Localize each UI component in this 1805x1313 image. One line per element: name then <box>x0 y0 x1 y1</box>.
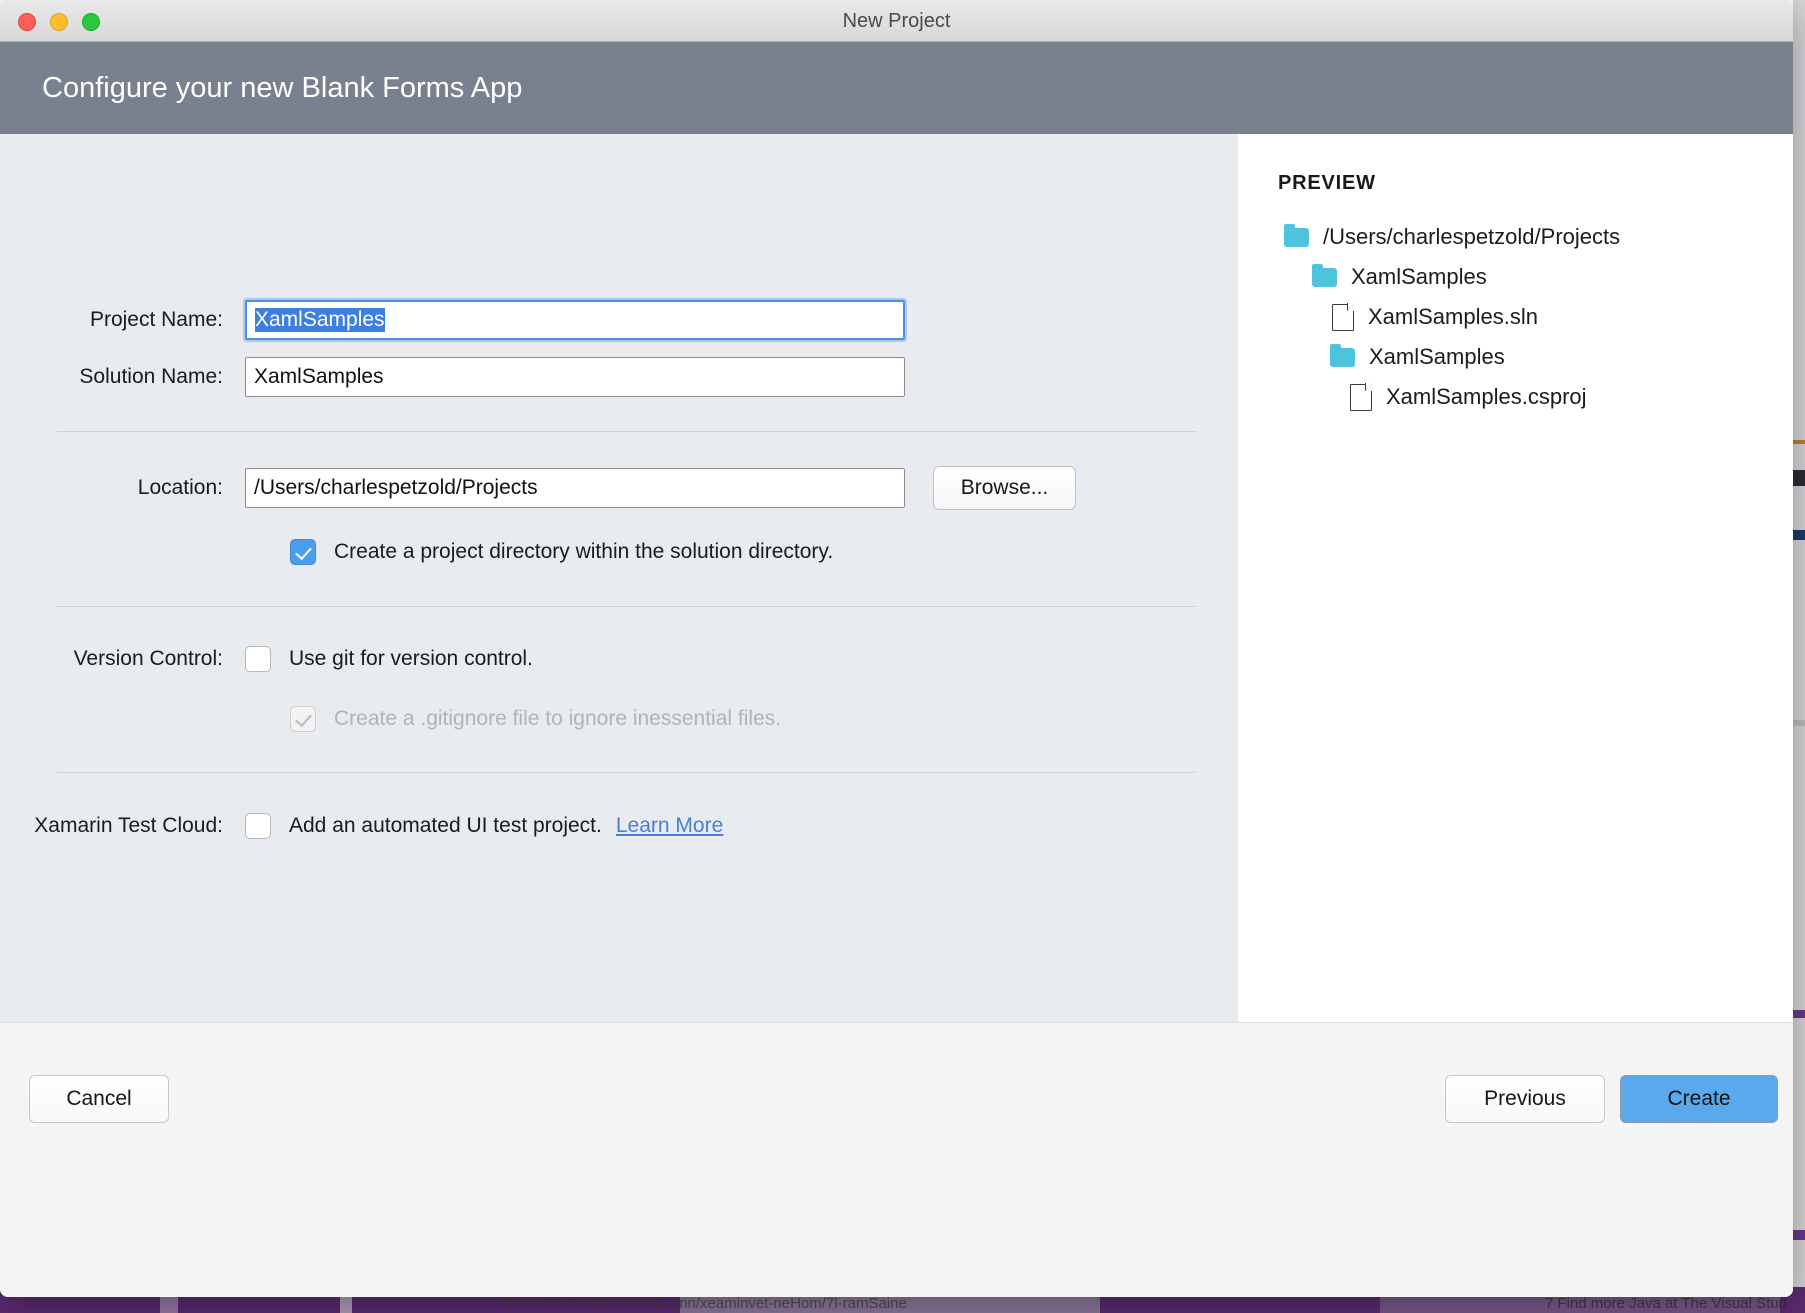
title-bar: New Project <box>0 0 1793 42</box>
tree-row[interactable]: XamlSamples.sln <box>1278 297 1793 337</box>
solution-name-row: Solution Name: XamlSamples <box>0 357 905 397</box>
tree-row[interactable]: /Users/charlespetzold/Projects <box>1278 217 1793 257</box>
file-icon <box>1332 304 1354 331</box>
project-name-label: Project Name: <box>0 308 245 332</box>
browse-button[interactable]: Browse... <box>933 466 1076 510</box>
folder-icon <box>1312 268 1337 287</box>
tree-item-label: XamlSamples.csproj <box>1386 384 1587 410</box>
project-directory-row[interactable]: Create a project directory within the so… <box>290 539 833 565</box>
tree-row[interactable]: XamlSamples <box>1278 257 1793 297</box>
xamarin-test-cloud-row: Xamarin Test Cloud: Add an automated UI … <box>0 813 723 839</box>
gitignore-label: Create a .gitignore file to ignore iness… <box>334 707 781 731</box>
solution-name-value: XamlSamples <box>254 365 384 389</box>
tree-item-label: /Users/charlespetzold/Projects <box>1323 224 1620 250</box>
solution-name-input[interactable]: XamlSamples <box>245 357 905 397</box>
separator-2 <box>57 606 1195 607</box>
header-band: Configure your new Blank Forms App <box>0 42 1793 134</box>
window-title: New Project <box>0 10 1793 33</box>
tree-row[interactable]: XamlSamples.csproj <box>1278 377 1793 417</box>
version-control-row: Version Control: Use git for version con… <box>0 646 533 672</box>
project-directory-checkbox[interactable] <box>290 539 316 565</box>
previous-button[interactable]: Previous <box>1445 1075 1605 1123</box>
tree-row[interactable]: XamlSamples <box>1278 337 1793 377</box>
location-value: /Users/charlespetzold/Projects <box>254 476 538 500</box>
cancel-button[interactable]: Cancel <box>29 1075 169 1123</box>
tree-item-label: XamlSamples <box>1351 264 1487 290</box>
background-right-strip <box>1793 0 1805 1313</box>
background-status-text: n/xamarin/xamarin-forms-ann/xeaminvet-ne… <box>500 1295 907 1312</box>
ui-test-label: Add an automated UI test project. <box>289 814 602 838</box>
version-control-label: Version Control: <box>0 647 245 671</box>
project-directory-label: Create a project directory within the so… <box>334 540 833 564</box>
create-button[interactable]: Create <box>1620 1075 1778 1123</box>
tree-item-label: XamlSamples.sln <box>1368 304 1538 330</box>
separator-3 <box>57 772 1195 773</box>
new-project-dialog: New Project Configure your new Blank For… <box>0 0 1793 1297</box>
use-git-checkbox[interactable] <box>245 646 271 672</box>
page-title: Configure your new Blank Forms App <box>42 72 522 105</box>
location-row: Location: /Users/charlespetzold/Projects… <box>0 466 1076 510</box>
background-status-text-right: 7 Find more Java at The Visual Stud <box>1545 1295 1787 1312</box>
preview-pane: PREVIEW /Users/charlespetzold/Projects X… <box>1238 134 1793 1022</box>
folder-icon <box>1284 228 1309 247</box>
folder-icon <box>1330 348 1355 367</box>
dialog-footer: Cancel Previous Create <box>0 1022 1793 1297</box>
location-label: Location: <box>0 476 245 500</box>
ui-test-checkbox[interactable] <box>245 813 271 839</box>
form-pane: Project Name: XamlSamples Solution Name:… <box>0 134 1238 1022</box>
project-name-input[interactable]: XamlSamples <box>245 300 905 340</box>
separator-1 <box>57 431 1195 432</box>
project-name-value: XamlSamples <box>255 308 385 332</box>
gitignore-row: Create a .gitignore file to ignore iness… <box>290 706 781 732</box>
file-icon <box>1350 384 1372 411</box>
xamarin-test-cloud-label: Xamarin Test Cloud: <box>0 814 245 838</box>
project-name-row: Project Name: XamlSamples <box>0 300 905 340</box>
use-git-label: Use git for version control. <box>289 647 533 671</box>
gitignore-checkbox <box>290 706 316 732</box>
location-input[interactable]: /Users/charlespetzold/Projects <box>245 468 905 508</box>
dialog-body: Project Name: XamlSamples Solution Name:… <box>0 134 1793 1022</box>
solution-name-label: Solution Name: <box>0 365 245 389</box>
tree-item-label: XamlSamples <box>1369 344 1505 370</box>
preview-heading: PREVIEW <box>1278 172 1793 195</box>
learn-more-link[interactable]: Learn More <box>616 814 723 838</box>
